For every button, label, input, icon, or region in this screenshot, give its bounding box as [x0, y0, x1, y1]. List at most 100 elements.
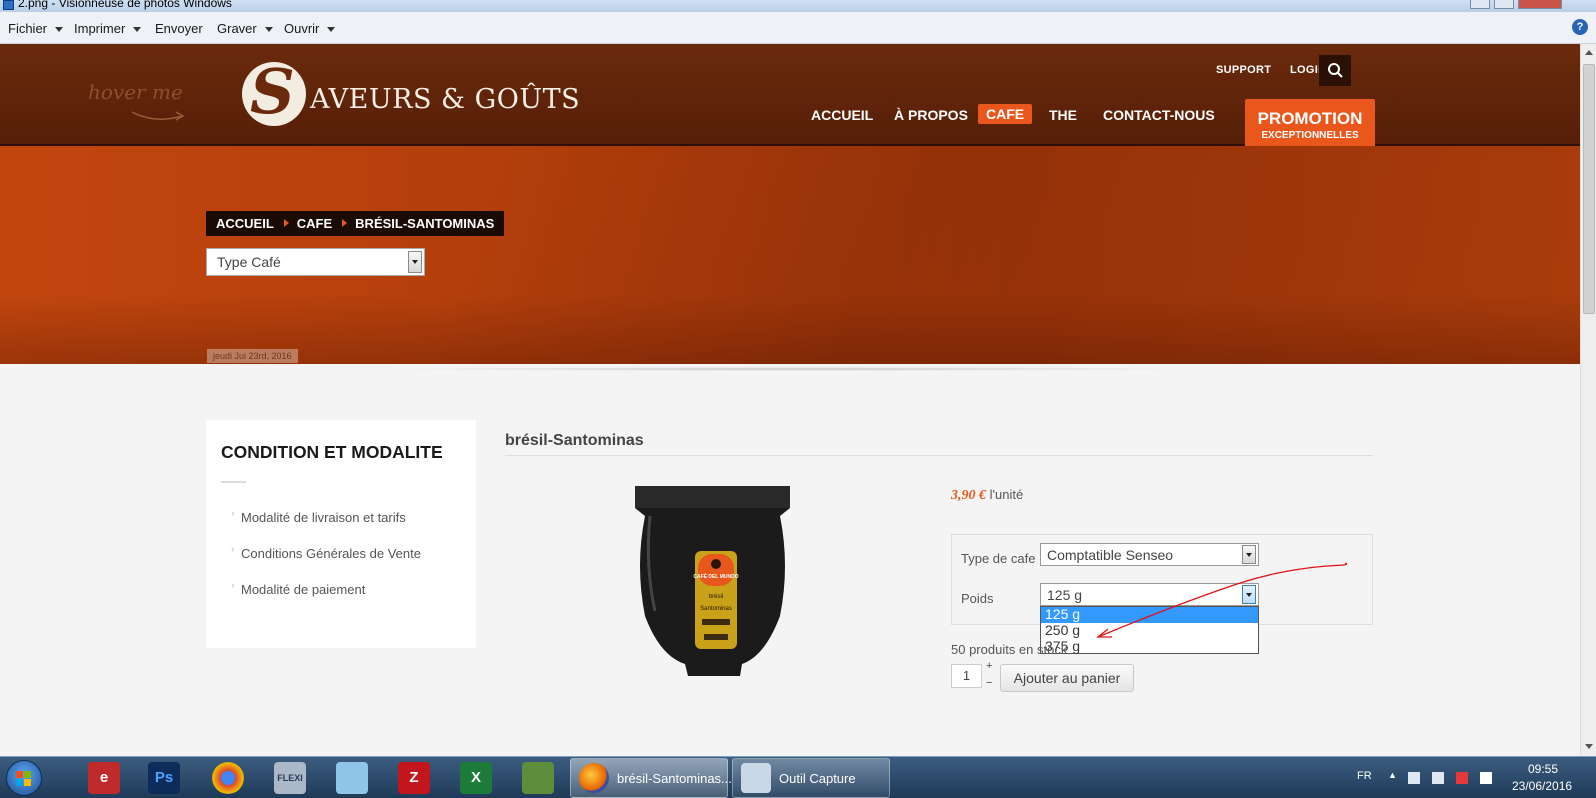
sidebar-link-paiement[interactable]: Modalité de paiement [241, 582, 365, 597]
menu-label: Envoyer [155, 21, 203, 36]
device-icon[interactable] [1432, 772, 1444, 784]
quantity-decrease-button[interactable]: − [986, 677, 992, 689]
nav-cafe[interactable]: CAFE [978, 104, 1033, 124]
sidebar-link-livraison[interactable]: Modalité de livraison et tarifs [241, 510, 406, 525]
taskbar-snipping-tool[interactable]: Outil Capture [732, 758, 890, 798]
type-cafe-select-value: Type Café [217, 254, 281, 270]
help-icon[interactable]: ? [1572, 19, 1588, 35]
menu-label: Ouvrir [284, 21, 320, 36]
chevron-right-icon [283, 219, 289, 227]
poids-select-value: 125 g [1047, 587, 1083, 603]
explorer-app-icon[interactable]: e [88, 762, 120, 794]
clock-time[interactable]: 09:55 [1528, 762, 1558, 776]
chrome-icon[interactable] [212, 762, 244, 794]
scroll-up-icon[interactable] [1585, 50, 1593, 55]
nav-the[interactable]: THE [1049, 107, 1077, 123]
stock-status: 50 produits en stock [951, 642, 1068, 657]
window-title: 2.png - Visionneuse de photos Windows [18, 0, 232, 10]
language-indicator[interactable]: FR [1357, 770, 1372, 782]
bag-line1: brésil [709, 594, 723, 600]
breadcrumb-cafe[interactable]: CAFE [297, 216, 332, 231]
dropdown-arrow-icon[interactable] [408, 251, 422, 273]
menu-fichier[interactable]: Fichier [8, 21, 64, 36]
section-divider [380, 367, 1200, 371]
annotation-arrow [1096, 562, 1348, 638]
product-title: brésil-Santominas [505, 432, 644, 449]
taskbar-firefox-label: brésil-Santominas... [617, 771, 732, 786]
notepad-icon[interactable] [336, 762, 368, 794]
curved-arrow-icon [131, 111, 185, 121]
windows-logo-icon [16, 771, 31, 786]
taskbar-firefox-window[interactable]: brésil-Santominas... [570, 758, 732, 798]
vertical-scrollbar[interactable] [1580, 44, 1596, 756]
photo-viewer-window: 2.png - Visionneuse de photos Windows Fi… [0, 0, 1596, 798]
site-header: hover me S AVEURS & GOÛTS SUPPORT LOGIN … [0, 44, 1580, 155]
menu-graver[interactable]: Graver [217, 21, 273, 36]
search-button[interactable] [1319, 55, 1351, 86]
menu-envoyer[interactable]: Envoyer [155, 21, 203, 36]
promo-subtitle: EXCEPTIONNELLES [1261, 130, 1359, 141]
breadcrumb-current: BRÉSIL-SANTOMINAS [355, 216, 495, 231]
poids-label: Poids [961, 591, 994, 606]
photoshop-icon[interactable]: Ps [148, 762, 180, 794]
snipping-tool-icon [741, 763, 771, 793]
bag-line2: Santominas [700, 606, 732, 612]
type-cafe-select[interactable]: Type Café [206, 248, 425, 276]
scrollbar-thumb[interactable] [1583, 64, 1595, 314]
show-hidden-icons-icon[interactable]: ▲ [1388, 770, 1397, 780]
maximize-button[interactable] [1494, 0, 1514, 9]
chevron-down-icon [133, 27, 142, 33]
support-link[interactable]: SUPPORT [1216, 64, 1271, 76]
photo-viewer-icon [3, 0, 14, 10]
chevron-down-icon [55, 27, 64, 33]
sidebar-rule [221, 481, 246, 483]
chevron-right-icon [342, 219, 348, 227]
search-icon [1328, 63, 1343, 78]
menu-ouvrir[interactable]: Ouvrir [284, 21, 336, 36]
close-button[interactable] [1518, 0, 1562, 9]
quantity-increase-button[interactable]: + [986, 660, 992, 672]
bag-brand: CAFÉ DEL MUNDO [693, 572, 738, 580]
menu-label: Graver [217, 21, 257, 36]
hover-me-label[interactable]: hover me [88, 80, 183, 104]
quantity-input[interactable]: 1 [951, 664, 982, 688]
excel-icon[interactable]: X [460, 762, 492, 794]
nav-contact-nous[interactable]: CONTACT-NOUS [1103, 107, 1215, 123]
logo-s-glyph: S [250, 55, 295, 128]
chevron-right-icon: › [231, 580, 235, 591]
action-center-icon[interactable] [1456, 772, 1468, 784]
logo-text[interactable]: AVEURS & GOÛTS [310, 84, 580, 115]
breadcrumb: ACCUEIL CAFE BRÉSIL-SANTOMINAS [206, 211, 505, 236]
product-image[interactable]: CAFÉ DEL MUNDO brésil Santominas [630, 486, 795, 681]
price-unit: l'unité [989, 487, 1024, 502]
sidebar-title: CONDITION ET MODALITE [221, 442, 443, 462]
chevron-down-icon [327, 27, 336, 33]
viewer-menubar: Fichier Imprimer Envoyer Graver Ouvrir ? [0, 12, 1596, 44]
flag-icon[interactable] [1480, 772, 1492, 784]
sidebar-link-cgv[interactable]: Conditions Générales de Vente [241, 546, 421, 561]
breadcrumb-accueil[interactable]: ACCUEIL [216, 216, 274, 231]
taskbar-snipping-label: Outil Capture [779, 771, 856, 786]
product-price: 3,90 € l'unité [951, 487, 1023, 504]
filezilla-icon[interactable]: Z [398, 762, 430, 794]
windows-taskbar: e Ps FLEXI Z X brésil-Santominas... Outi… [0, 756, 1596, 798]
clock-date[interactable]: 23/06/2016 [1512, 779, 1572, 793]
promo-title: PROMOTION [1257, 109, 1363, 128]
add-to-cart-button[interactable]: Ajouter au panier [1000, 664, 1134, 692]
nav-accueil[interactable]: ACCUEIL [811, 107, 873, 123]
menu-label: Fichier [8, 21, 48, 36]
menu-imprimer[interactable]: Imprimer [74, 21, 142, 36]
product-title-rule [505, 455, 1373, 456]
date-tag: jeudi Jui 23rd, 2016 [207, 349, 298, 363]
price-amount: 3,90 € [951, 488, 986, 503]
nav-a-propos[interactable]: À PROPOS [894, 107, 968, 123]
stats-app-icon[interactable] [522, 762, 554, 794]
network-icon[interactable] [1408, 772, 1420, 784]
start-button[interactable] [6, 760, 42, 796]
scroll-down-icon[interactable] [1585, 744, 1593, 749]
type-cafe-label: Type de cafe [961, 551, 1036, 566]
window-title-bar: 2.png - Visionneuse de photos Windows [0, 0, 1596, 12]
chevron-down-icon [264, 27, 273, 33]
minimize-button[interactable] [1470, 0, 1490, 9]
flexi-gestion-icon[interactable]: FLEXI [274, 762, 306, 794]
